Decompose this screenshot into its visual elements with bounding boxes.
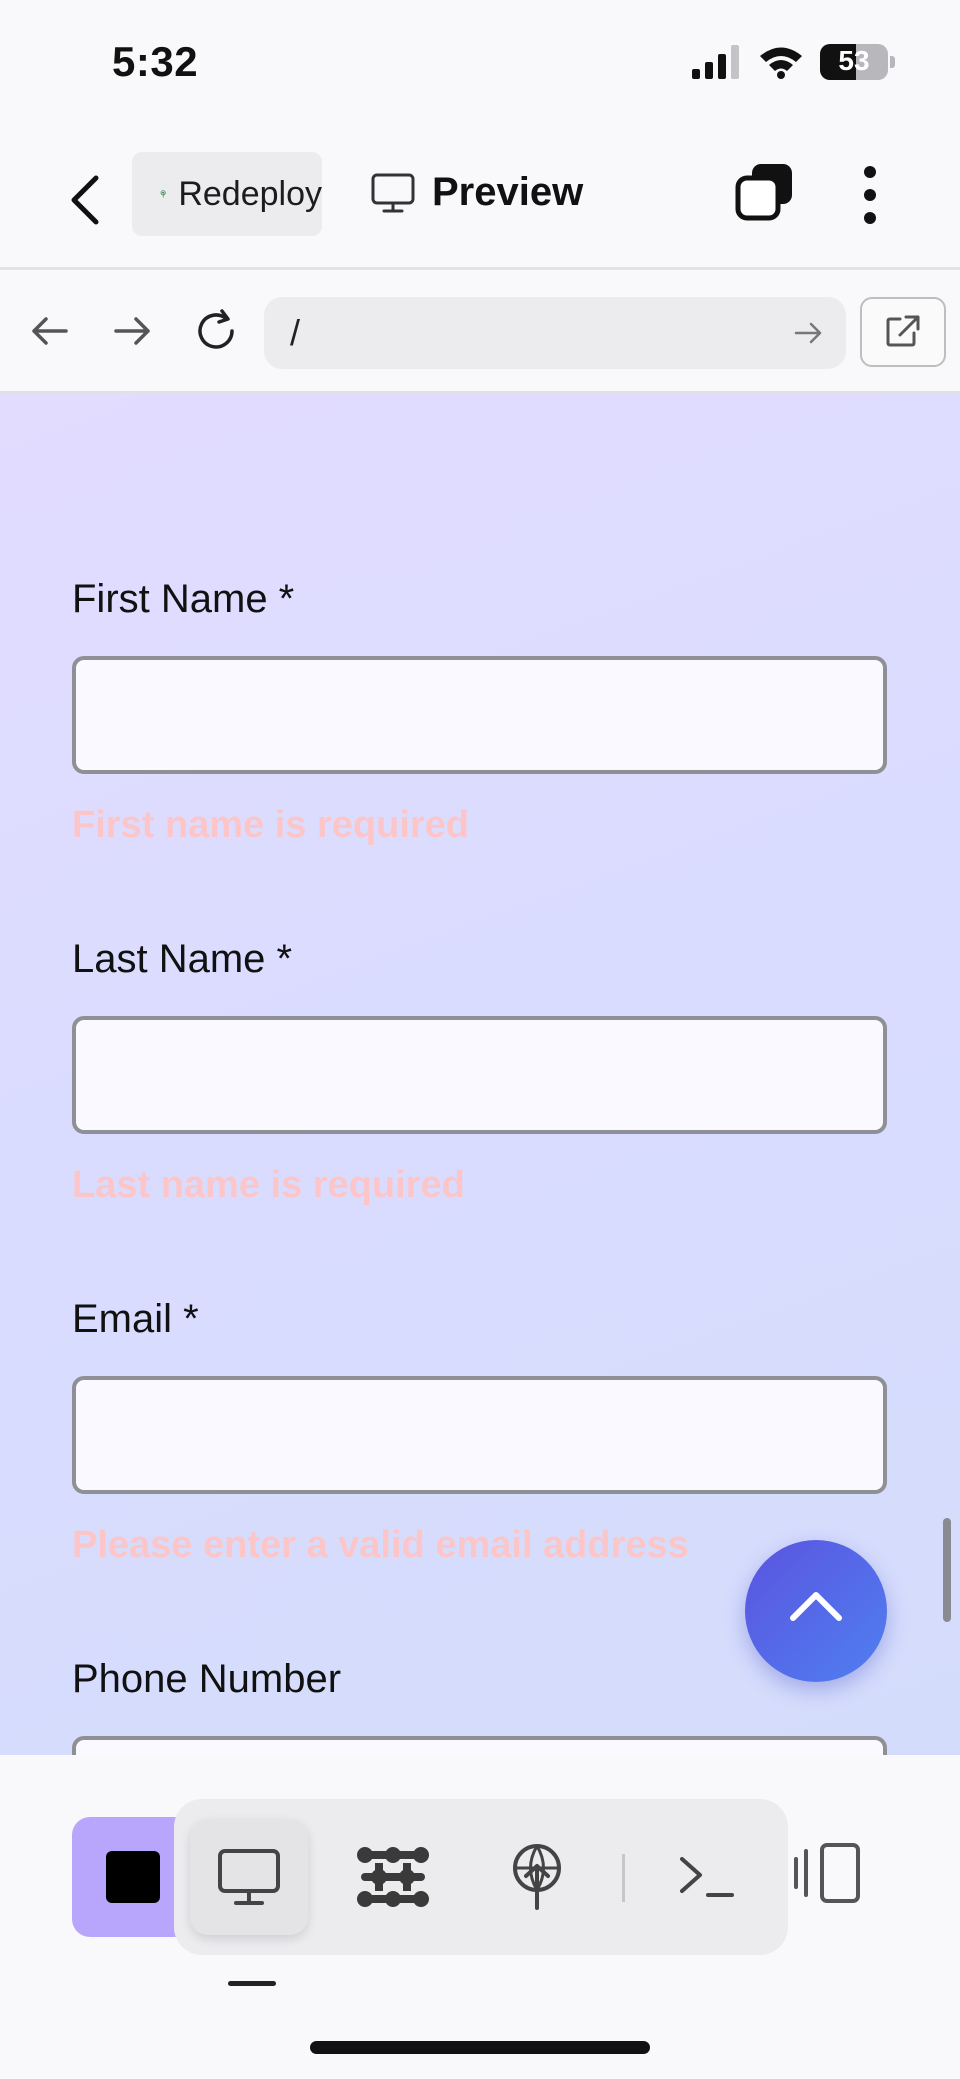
dock-preview[interactable] xyxy=(190,1819,308,1935)
chevron-up-icon xyxy=(790,1592,842,1621)
browser-toolbar: / xyxy=(0,273,960,393)
wifi-icon xyxy=(760,47,802,79)
dock-tools xyxy=(174,1799,788,1955)
heading-fragment: hours. xyxy=(0,393,960,403)
go-arrow-icon[interactable] xyxy=(790,315,826,351)
dock-separator xyxy=(622,1854,625,1902)
external-link-icon xyxy=(886,315,920,347)
bottom-dock xyxy=(0,1755,960,2079)
signal-icon xyxy=(692,45,739,79)
dock-deploy[interactable] xyxy=(478,1819,596,1935)
status-time: 5:32 xyxy=(112,38,199,85)
tab-preview-label: Preview xyxy=(432,170,584,214)
email-label: Email * xyxy=(72,1297,199,1341)
tab-preview[interactable]: Preview xyxy=(370,170,583,215)
last-name-error: Last name is required xyxy=(72,1164,465,1206)
panels-icon[interactable] xyxy=(792,1839,864,1907)
first-name-error: First name is required xyxy=(72,804,470,846)
chevron-left-icon[interactable] xyxy=(60,170,110,230)
status-icons: 53 xyxy=(692,44,895,80)
active-tab-indicator xyxy=(228,1981,276,1986)
monitor-icon xyxy=(218,1849,280,1905)
preview-content: hours. First Name * First name is requir… xyxy=(0,393,960,1755)
arrow-left-icon[interactable] xyxy=(20,301,80,361)
battery-cap xyxy=(890,56,895,68)
email-input[interactable] xyxy=(72,1376,887,1494)
tab-redeploy[interactable]: Redeploy xyxy=(132,152,322,236)
last-name-input[interactable] xyxy=(72,1016,887,1134)
first-name-input[interactable] xyxy=(72,656,887,774)
tab-redeploy-label: Redeploy xyxy=(178,174,322,213)
stop-icon xyxy=(106,1851,160,1903)
terminal-icon xyxy=(680,1857,734,1897)
dock-terminal[interactable] xyxy=(648,1819,766,1935)
deploy-icon xyxy=(513,1844,561,1910)
url-bar[interactable]: / xyxy=(264,297,846,369)
phone-label: Phone Number xyxy=(72,1657,342,1701)
url-text: / xyxy=(290,312,301,353)
first-name-label: First Name * xyxy=(72,577,295,621)
app-header: Redeploy Preview xyxy=(0,130,960,270)
deploy-tree-icon xyxy=(160,190,166,198)
vertical-dots-icon[interactable] xyxy=(858,162,882,228)
last-name-label: Last Name * xyxy=(72,937,293,981)
scrollbar[interactable] xyxy=(943,1518,951,1622)
modules-icon xyxy=(357,1847,429,1907)
email-error: Please enter a valid email address xyxy=(72,1524,689,1566)
status-bar: 5:32 53 xyxy=(0,0,960,130)
dock-modules[interactable] xyxy=(334,1819,452,1935)
phone-input[interactable] xyxy=(72,1736,887,1755)
scroll-to-top-button[interactable] xyxy=(745,1540,887,1682)
battery-icon: 53 xyxy=(820,44,888,80)
arrow-right-icon[interactable] xyxy=(102,301,162,361)
refresh-icon[interactable] xyxy=(186,301,246,361)
monitor-icon xyxy=(371,173,415,212)
battery-level: 53 xyxy=(838,45,870,76)
home-indicator[interactable] xyxy=(310,2041,650,2054)
stacked-windows-icon[interactable] xyxy=(732,160,798,226)
open-external-button[interactable] xyxy=(860,297,946,367)
